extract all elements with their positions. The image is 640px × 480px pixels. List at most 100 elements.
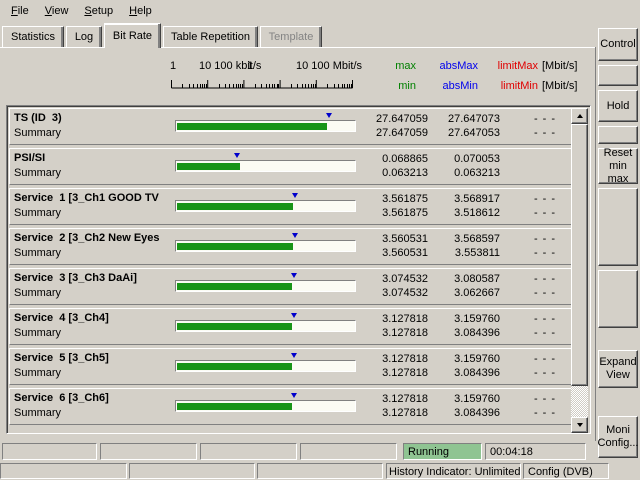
value-absmax: 3.080587 (422, 273, 500, 286)
value-min: 0.063213 (350, 167, 428, 180)
value-limitmin: - - - (510, 287, 580, 300)
menu-setup[interactable]: Setup (76, 3, 121, 20)
table-row-service1[interactable]: Service 1 [3_Ch1 GOOD TV Summary 3.56187… (9, 188, 573, 225)
table-row-psisi[interactable]: PSI/SI Summary 0.068865 0.070053 0.06321… (9, 148, 573, 185)
moni-config-button[interactable]: Moni Config... (598, 416, 638, 458)
log-scale-ruler (171, 75, 354, 90)
blank-button-3 (598, 188, 638, 266)
value-absmin: 3.062667 (422, 287, 500, 300)
row-label: Service 6 [3_Ch6] (14, 392, 173, 404)
value-max: 27.647059 (350, 113, 428, 126)
col-header-absmax: absMax (410, 60, 478, 73)
menu-file[interactable]: File (3, 3, 37, 20)
row-sublabel: Summary (14, 207, 61, 219)
config-indicator: Config (DVB) (523, 463, 609, 479)
max-marker-icon (291, 313, 297, 318)
row-label: Service 1 [3_Ch1 GOOD TV (14, 192, 173, 204)
value-max: 3.127818 (350, 313, 428, 326)
max-marker-icon (292, 193, 298, 198)
bitrate-bar (175, 120, 356, 132)
bitrate-bar (175, 160, 356, 172)
status-cell-empty-1 (2, 443, 97, 460)
max-marker-icon (292, 233, 298, 238)
vertical-scrollbar[interactable] (571, 108, 588, 433)
menu-help[interactable]: Help (121, 3, 160, 20)
col-header-limitmin: limitMin (470, 80, 538, 93)
row-label: Service 2 [3_Ch2 New Eyes (14, 232, 173, 244)
blank-button-4 (598, 270, 638, 328)
value-limitmin: - - - (510, 247, 580, 260)
table-row-service3[interactable]: Service 3 [3_Ch3 DaAi] Summary 3.074532 … (9, 268, 573, 305)
bitrate-bar (175, 320, 356, 332)
tab-log[interactable]: Log (66, 26, 102, 47)
tab-bit-rate[interactable]: Bit Rate (104, 23, 161, 48)
scroll-up-button[interactable] (571, 108, 588, 124)
bitrate-bar (175, 200, 356, 212)
value-limitmin: - - - (510, 207, 580, 220)
tab-table-repetition[interactable]: Table Repetition (163, 26, 258, 47)
value-limitmax: - - - (510, 193, 580, 206)
value-limitmax: - - - (510, 353, 580, 366)
value-absmin: 3.553811 (422, 247, 500, 260)
control-button[interactable]: Control (598, 28, 638, 61)
scale-label-mbit-1: 1 (247, 60, 253, 73)
table-row-ts[interactable]: TS (ID 3) Summary 27.647059 27.647073 - … (9, 108, 573, 145)
value-min: 3.560531 (350, 247, 428, 260)
col-header-unit-max: [Mbit/s] (542, 60, 590, 73)
bitrate-bar-fill (177, 403, 292, 410)
table-row-service2[interactable]: Service 2 [3_Ch2 New Eyes Summary 3.5605… (9, 228, 573, 265)
col-header-unit-min: [Mbit/s] (542, 80, 590, 93)
bitrate-bar-fill (177, 203, 293, 210)
bitrate-analyzer-window: File View Setup Help Statistics Log Bit … (0, 0, 640, 480)
statusbar-cell-empty-3 (257, 463, 383, 479)
scroll-thumb[interactable] (571, 124, 588, 386)
panel-right-edge (595, 47, 596, 441)
value-min: 3.127818 (350, 367, 428, 380)
value-absmax: 3.159760 (422, 353, 500, 366)
value-absmax: 3.568917 (422, 193, 500, 206)
max-marker-icon (291, 353, 297, 358)
table-row-service6[interactable]: Service 6 [3_Ch6] Summary 3.127818 3.159… (9, 388, 573, 425)
table-row-service5[interactable]: Service 5 [3_Ch5] Summary 3.127818 3.159… (9, 348, 573, 385)
scale-label-kbit-1: 1 (170, 60, 176, 73)
bitrate-bar (175, 240, 356, 252)
col-header-limitmax: limitMax (470, 60, 538, 73)
value-limitmax: - - - (510, 233, 580, 246)
statusbar-cell-empty-2 (129, 463, 255, 479)
row-sublabel: Summary (14, 127, 61, 139)
value-limitmin: - - - (510, 327, 580, 340)
value-limitmax: - - - (510, 393, 580, 406)
value-absmax: 27.647073 (422, 113, 500, 126)
hold-button[interactable]: Hold (598, 90, 638, 122)
menu-bar: File View Setup Help (0, 0, 640, 22)
max-marker-icon (326, 113, 332, 118)
arrow-up-icon (577, 114, 583, 118)
row-sublabel: Summary (14, 287, 61, 299)
history-indicator: History Indicator: Unlimited (386, 463, 521, 479)
row-sublabel: Summary (14, 247, 61, 259)
tab-statistics[interactable]: Statistics (2, 26, 64, 47)
bitrate-bar-fill (177, 243, 293, 250)
value-limitmax: - - - (510, 113, 580, 126)
tab-strip: Statistics Log Bit Rate Table Repetition… (0, 23, 596, 48)
row-sublabel: Summary (14, 407, 61, 419)
table-row-service4[interactable]: Service 4 [3_Ch4] Summary 3.127818 3.159… (9, 308, 573, 345)
value-absmax: 3.159760 (422, 393, 500, 406)
value-absmin: 3.084396 (422, 327, 500, 340)
expand-view-button[interactable]: Expand View (598, 350, 638, 388)
bitrate-bar-fill (177, 363, 292, 370)
bitrate-bar-fill (177, 163, 240, 170)
bitrate-bar (175, 360, 356, 372)
row-sublabel: Summary (14, 367, 61, 379)
value-absmax: 0.070053 (422, 153, 500, 166)
value-limitmax (510, 153, 580, 166)
reset-min-max-button[interactable]: Reset min max (598, 148, 638, 184)
value-max: 3.561875 (350, 193, 428, 206)
blank-button-2 (598, 126, 638, 144)
scroll-down-button[interactable] (571, 417, 588, 433)
running-status-badge: Running (403, 443, 482, 460)
value-max: 3.127818 (350, 353, 428, 366)
menu-view[interactable]: View (37, 3, 77, 20)
status-cell-empty-2 (100, 443, 197, 460)
value-max: 3.074532 (350, 273, 428, 286)
